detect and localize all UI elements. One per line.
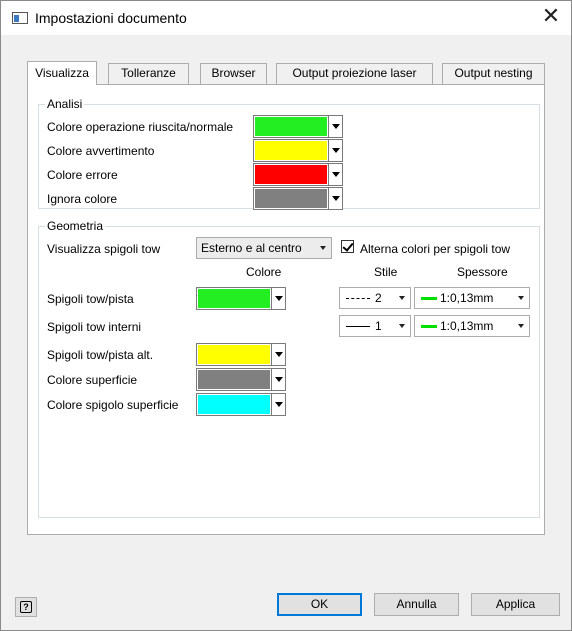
thickness-line-icon	[421, 297, 437, 300]
tab-output-nesting[interactable]: Output nesting	[442, 63, 545, 84]
group-geometria: Geometria Visualizza spigoli tow Esterno…	[38, 219, 540, 518]
chevron-down-icon	[518, 324, 524, 328]
tab-visualizza[interactable]: Visualizza	[27, 61, 97, 85]
alterna-colori-label: Alterna colori per spigoli tow	[360, 242, 511, 256]
color-picker-tow-pista-alt[interactable]	[196, 343, 286, 366]
chevron-down-icon	[320, 246, 326, 250]
geometria-label-tow-pista-alt: Spigoli tow/pista alt.	[47, 348, 154, 362]
dropdown-arrow-icon[interactable]	[328, 140, 342, 161]
stile-select-tow-interni[interactable]: 1	[339, 315, 411, 337]
group-analisi: Analisi Colore operazione riuscita/norma…	[38, 97, 540, 210]
annulla-button[interactable]: Annulla	[374, 593, 459, 616]
tab-output-proiezione-laser[interactable]: Output proiezione laser	[276, 63, 433, 84]
help-icon: ?	[20, 601, 32, 613]
title-bar[interactable]: Impostazioni documento ✕	[1, 1, 571, 35]
spessore-value-tow-pista: 1:0,13mm	[440, 291, 494, 305]
analisi-label-errore: Colore errore	[47, 168, 118, 182]
color-picker-ignora[interactable]	[253, 187, 343, 210]
color-picker-tow-pista[interactable]	[196, 287, 286, 310]
geometria-label-colore-superficie: Colore superficie	[47, 373, 138, 387]
dropdown-arrow-icon[interactable]	[271, 344, 285, 365]
chevron-down-icon	[399, 296, 405, 300]
solid-line-icon	[346, 326, 370, 327]
visualizza-spigoli-label: Visualizza spigoli tow	[47, 242, 161, 256]
geometria-label-tow-interni: Spigoli tow interni	[47, 320, 142, 334]
color-picker-avvertimento[interactable]	[253, 139, 343, 162]
stile-select-tow-pista[interactable]: 2	[339, 287, 411, 309]
color-swatch	[198, 370, 270, 389]
applica-button[interactable]: Applica	[471, 593, 560, 616]
dashed-line-icon	[346, 298, 370, 299]
analisi-label-ignora: Ignora colore	[47, 192, 118, 206]
ok-button[interactable]: OK	[277, 593, 362, 616]
analisi-label-riuscita: Colore operazione riuscita/normale	[47, 120, 234, 134]
spessore-select-tow-interni[interactable]: 1:0,13mm	[414, 315, 530, 337]
color-picker-errore[interactable]	[253, 163, 343, 186]
col-header-colore: Colore	[246, 265, 282, 279]
color-picker-riuscita[interactable]	[253, 115, 343, 138]
thickness-line-icon	[421, 325, 437, 328]
dropdown-arrow-icon[interactable]	[328, 116, 342, 137]
analisi-label-avvertimento: Colore avvertimento	[47, 144, 155, 158]
spessore-value-tow-interni: 1:0,13mm	[440, 319, 494, 333]
dropdown-arrow-icon[interactable]	[328, 188, 342, 209]
color-swatch	[198, 345, 270, 364]
color-swatch	[255, 165, 327, 184]
spessore-select-tow-pista[interactable]: 1:0,13mm	[414, 287, 530, 309]
dropdown-arrow-icon[interactable]	[271, 394, 285, 415]
col-header-stile: Stile	[374, 265, 398, 279]
color-swatch	[255, 189, 327, 208]
color-swatch	[255, 117, 327, 136]
visualizza-spigoli-select[interactable]: Esterno e al centro	[196, 237, 332, 259]
color-swatch	[255, 141, 327, 160]
color-swatch	[198, 395, 270, 414]
chevron-down-icon	[399, 324, 405, 328]
visualizza-spigoli-value: Esterno e al centro	[201, 241, 302, 255]
dropdown-arrow-icon[interactable]	[328, 164, 342, 185]
group-geometria-label: Geometria	[45, 219, 106, 233]
dialog-window: Impostazioni documento ✕ Visualizza Toll…	[0, 0, 572, 631]
tab-browser[interactable]: Browser	[200, 63, 267, 84]
col-header-spessore: Spessore	[457, 265, 508, 279]
window-icon	[12, 12, 28, 24]
chevron-down-icon	[518, 296, 524, 300]
tab-tolleranze[interactable]: Tolleranze	[108, 63, 189, 84]
alterna-colori-checkbox[interactable]	[341, 240, 354, 253]
close-button[interactable]: ✕	[533, 2, 569, 32]
stile-value-tow-pista: 2	[375, 291, 382, 305]
window-title: Impostazioni documento	[35, 10, 187, 26]
color-picker-colore-superficie[interactable]	[196, 368, 286, 391]
dropdown-arrow-icon[interactable]	[271, 369, 285, 390]
geometria-label-colore-spigolo-superficie: Colore spigolo superficie	[47, 398, 179, 412]
color-picker-colore-spigolo-superficie[interactable]	[196, 393, 286, 416]
dropdown-arrow-icon[interactable]	[271, 288, 285, 309]
geometria-label-tow-pista: Spigoli tow/pista	[47, 292, 134, 306]
help-button[interactable]: ?	[15, 597, 37, 617]
tab-panel-visualizza: Analisi Colore operazione riuscita/norma…	[27, 84, 545, 535]
color-swatch	[198, 289, 270, 308]
group-analisi-label: Analisi	[45, 97, 85, 111]
stile-value-tow-interni: 1	[375, 319, 382, 333]
